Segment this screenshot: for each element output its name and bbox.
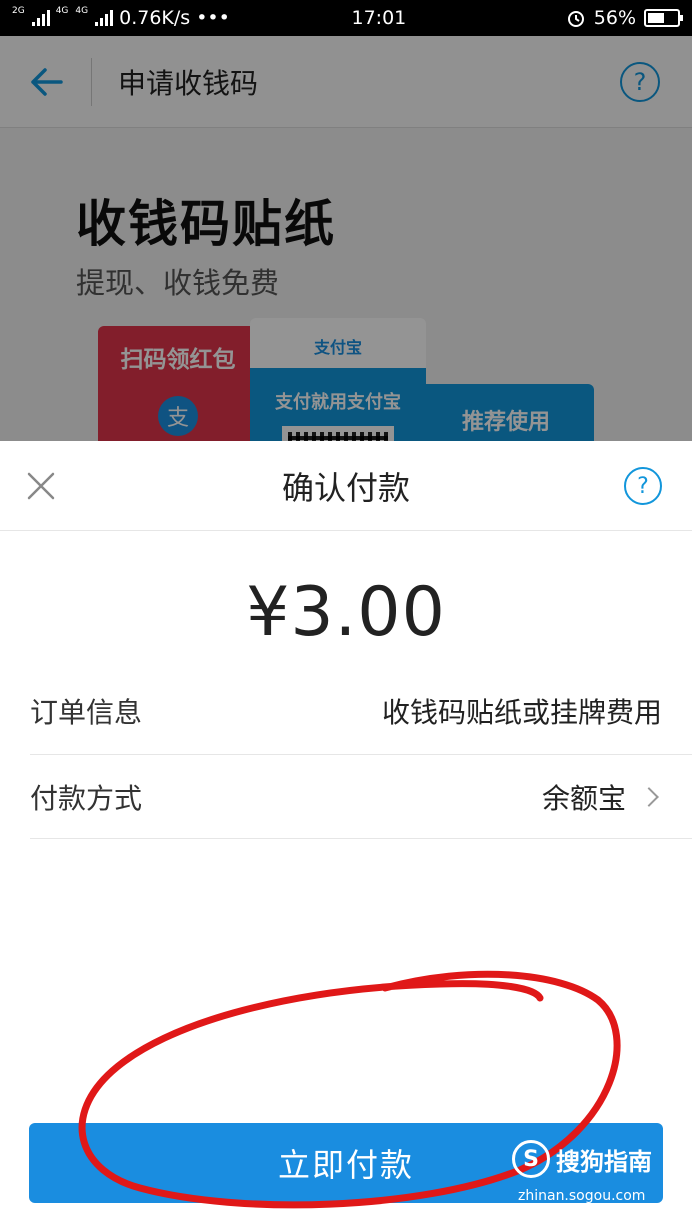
network-tag: 4G <box>55 6 69 16</box>
sheet-header: 确认付款 ? <box>0 441 692 531</box>
sheet-title: 确认付款 <box>281 468 410 507</box>
sogou-logo-icon: S <box>512 1140 550 1178</box>
watermark: S 搜狗指南 <box>512 1140 652 1178</box>
alarm-icon <box>567 11 584 27</box>
help-button[interactable]: ? <box>624 467 662 505</box>
payment-method-row[interactable]: 付款方式 余额宝 <box>30 755 692 839</box>
payment-method-value: 余额宝 <box>541 781 626 815</box>
payment-method-label: 付款方式 <box>30 781 143 815</box>
signal-icon <box>95 10 114 26</box>
battery-icon <box>644 9 683 27</box>
status-bar: 2G 4G 4G 0.76K/s ••• 17:01 56% <box>0 0 692 36</box>
payment-amount: ¥3.00 <box>246 573 446 652</box>
close-button[interactable] <box>20 465 62 507</box>
network-tag: 2G <box>12 6 25 16</box>
battery-percent: 56% <box>593 7 636 29</box>
order-info-value: 收钱码贴纸或挂牌费用 <box>381 696 662 729</box>
order-info-row: 订单信息 收钱码贴纸或挂牌费用 <box>30 691 692 755</box>
watermark-url: zhinan.sogou.com <box>518 1188 646 1204</box>
signal-icon <box>31 10 50 26</box>
clock: 17:01 <box>351 7 407 29</box>
chevron-right-icon <box>639 786 659 807</box>
order-info-label: 订单信息 <box>30 696 143 729</box>
close-icon <box>27 472 55 500</box>
watermark-text: 搜狗指南 <box>556 1147 652 1176</box>
network-speed: 0.76K/s <box>119 7 191 29</box>
network-tag: 4G <box>75 6 89 16</box>
confirm-payment-sheet: 确认付款 ? ¥3.00 订单信息 收钱码贴纸或挂牌费用 付款方式 余额宝 立即… <box>0 441 692 1230</box>
